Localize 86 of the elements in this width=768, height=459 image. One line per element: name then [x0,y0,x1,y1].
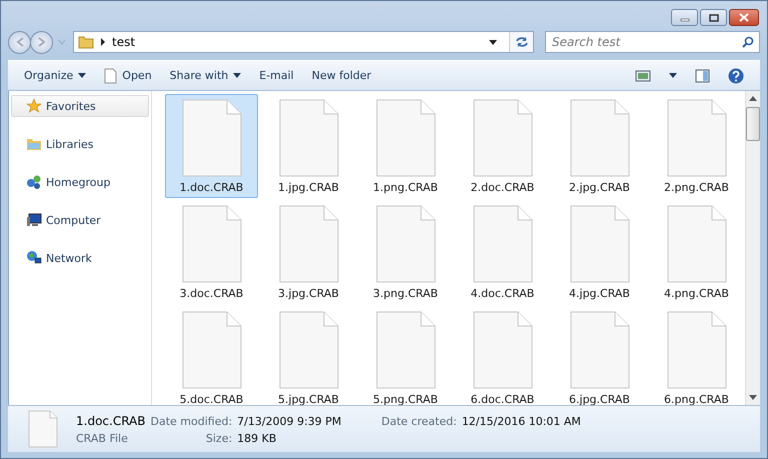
folder-icon [78,35,94,49]
search-field[interactable]: Search test [545,31,760,53]
address-bar[interactable]: test [73,31,534,53]
file-icon [472,99,532,177]
sidebar-item[interactable]: Network [11,247,149,269]
preview-pane-icon [695,68,710,82]
toolbar-button[interactable]: New folder [304,66,380,85]
field-label: Date modified: [150,414,232,428]
field-value: 7/13/2009 9:39 PM [237,414,342,428]
file-icon [182,99,242,177]
file-icon [376,311,436,389]
file-icon [278,311,338,389]
file-icon [472,311,532,389]
file-name: 1.doc.CRAB [76,414,146,428]
file-item[interactable]: 2.jpg.CRAB [553,94,646,198]
file-icon [376,205,436,283]
scroll-up-icon [749,96,757,101]
maximize-button[interactable] [700,9,727,26]
computer-icon [26,212,42,228]
toolbar-button[interactable]: E-mail [251,66,302,85]
dropdown-caret-icon [669,73,677,78]
dropdown-caret-icon [233,73,242,78]
file-item[interactable]: 1.png.CRAB [359,94,452,198]
forward-button[interactable] [30,30,53,54]
file-icon [666,205,726,283]
file-item[interactable]: 5.doc.CRAB [165,306,258,405]
file-item[interactable]: 4.png.CRAB [650,200,743,304]
file-icon [278,99,338,177]
refresh-icon [514,35,530,49]
star-icon [26,98,42,114]
dropdown-caret-icon [78,73,86,78]
file-item[interactable]: 4.jpg.CRAB [553,200,646,304]
sidebar-item[interactable]: Homegroup [11,171,149,193]
file-icon [376,99,436,177]
breadcrumb-arrow-icon [100,38,106,46]
field-value: 12/15/2016 10:01 AM [462,414,581,428]
file-icon [666,311,726,389]
file-item[interactable]: 5.png.CRAB [359,306,452,405]
library-icon [26,136,42,152]
scroll-down-icon [749,395,757,400]
field-label: Date created: [381,414,457,428]
field-label: Size: [204,432,232,444]
file-icon [278,205,338,283]
file-item[interactable]: 6.png.CRAB [650,306,743,405]
sidebar-item[interactable]: Favorites [11,95,149,117]
vertical-scrollbar[interactable] [745,91,760,405]
field-value: 189 KB [237,432,278,444]
file-item[interactable]: 3.jpg.CRAB [262,200,355,304]
sidebar-item[interactable]: Computer [11,209,149,231]
help-icon [728,68,744,84]
file-item[interactable]: 5.jpg.CRAB [262,306,355,405]
file-icon [666,99,726,177]
file-icon [182,205,242,283]
file-icon [28,410,58,448]
file-icon [472,205,532,283]
close-icon [739,13,749,22]
dropdown-caret-icon [489,40,497,44]
homegroup-icon [26,174,42,190]
file-item[interactable]: 6.doc.CRAB [456,306,549,405]
file-icon [570,99,630,177]
search-icon [742,36,754,48]
file-item[interactable]: 6.jpg.CRAB [553,306,646,405]
file-icon [570,205,630,283]
file-item[interactable]: 3.png.CRAB [359,200,452,304]
scrollbar-thumb[interactable] [746,107,760,141]
network-icon [26,250,42,266]
history-caret-icon [58,39,66,45]
file-item[interactable]: 2.png.CRAB [650,94,743,198]
refresh-button[interactable] [509,32,533,52]
sidebar-item[interactable]: Libraries [11,133,149,155]
file-item[interactable]: 4.doc.CRAB [456,200,549,304]
file-icon [182,311,242,389]
back-button[interactable] [8,30,31,54]
file-type: CRAB File [76,432,129,444]
toolbar-button[interactable]: Share with [162,66,250,85]
address-path: test [112,35,136,49]
file-item[interactable]: 3.doc.CRAB [165,200,258,304]
file-icon [570,311,630,389]
toolbar-button[interactable]: Organize [16,66,94,85]
file-item[interactable]: 2.doc.CRAB [456,94,549,198]
file-item[interactable]: 1.doc.CRAB [165,94,258,198]
toolbar-button[interactable]: Open [96,64,160,86]
document-icon [104,68,118,84]
file-item[interactable]: 1.jpg.CRAB [262,94,355,198]
view-icon [635,70,651,82]
close-button[interactable] [729,9,759,26]
